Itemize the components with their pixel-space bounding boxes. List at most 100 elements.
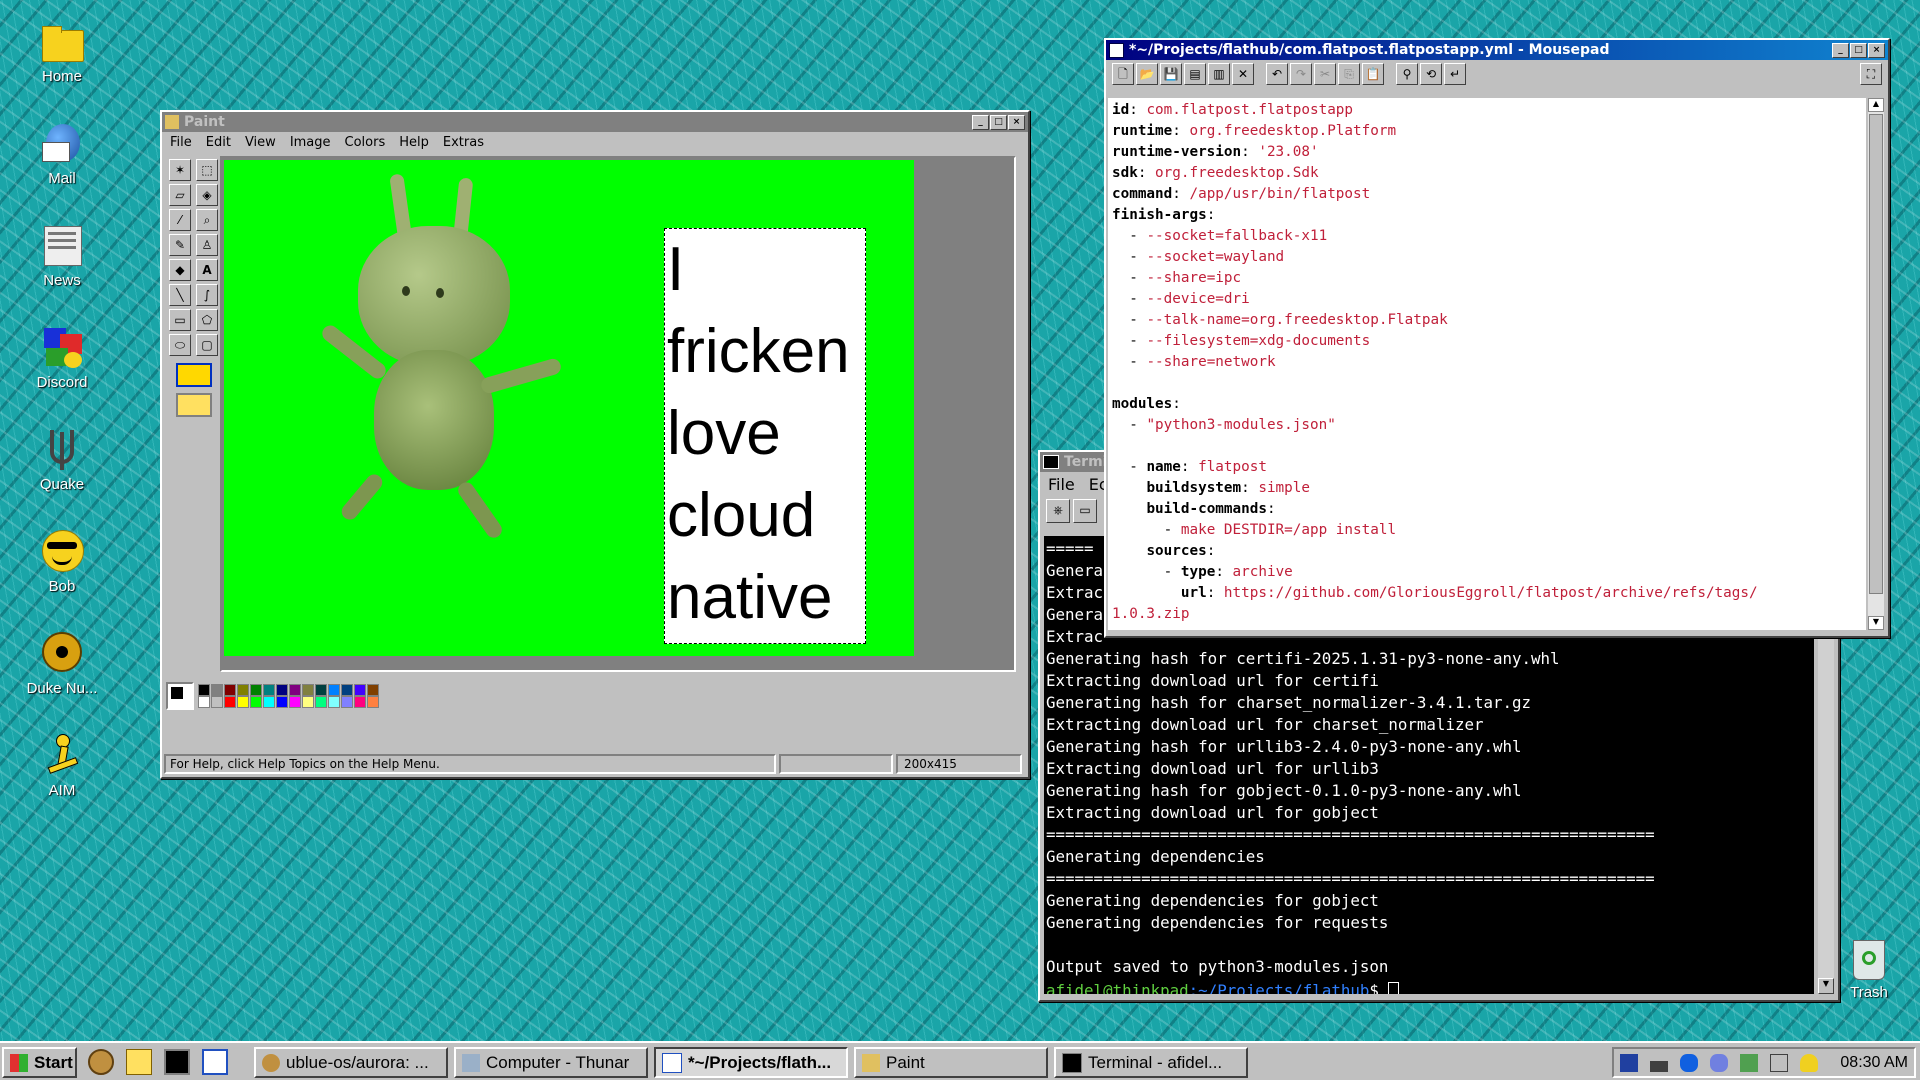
close-button[interactable]: × xyxy=(1008,114,1025,130)
palette-swatch[interactable] xyxy=(302,684,314,696)
find-icon[interactable]: ⚲ xyxy=(1396,63,1418,85)
maximize-button[interactable]: □ xyxy=(1850,42,1867,58)
taskbar-button-terminal[interactable]: Terminal - afidel... xyxy=(1054,1047,1248,1078)
palette-swatch[interactable] xyxy=(341,684,353,696)
desktop-icon-aim[interactable]: AIM xyxy=(10,732,114,799)
bluetooth-icon[interactable] xyxy=(1680,1053,1698,1072)
revert-icon[interactable]: ▥ xyxy=(1208,63,1230,85)
taskbar-button-paint[interactable]: Paint xyxy=(854,1047,1048,1078)
palette-swatch[interactable] xyxy=(328,684,340,696)
desktop-icon-bob[interactable]: Bob xyxy=(10,528,114,595)
desktop-icon-quake[interactable]: Quake xyxy=(10,426,114,493)
desktop-icon-discord[interactable]: Discord xyxy=(10,324,114,391)
cut-icon[interactable]: ✂ xyxy=(1314,63,1336,85)
palette-swatch[interactable] xyxy=(328,696,340,708)
palette-swatch[interactable] xyxy=(276,696,288,708)
opaque-option[interactable] xyxy=(176,393,212,417)
redo-icon[interactable]: ↷ xyxy=(1290,63,1312,85)
palette-swatch[interactable] xyxy=(211,696,223,708)
palette-swatch[interactable] xyxy=(224,696,236,708)
paint-titlebar[interactable]: Paint _ □ × xyxy=(162,112,1028,132)
scroll-up-icon[interactable]: ▲ xyxy=(1868,98,1884,112)
curve-tool[interactable]: ∫ xyxy=(196,284,218,306)
desktop-icon-mail[interactable]: Mail xyxy=(10,120,114,187)
palette-swatch[interactable] xyxy=(289,684,301,696)
palette-swatch[interactable] xyxy=(250,684,262,696)
taskbar-button-browser[interactable]: ublue-os/aurora: ... xyxy=(254,1047,448,1078)
paste-icon[interactable]: 📋 xyxy=(1362,63,1384,85)
goto-line-icon[interactable]: ↵ xyxy=(1444,63,1466,85)
airbrush-tool[interactable]: ◆ xyxy=(169,259,191,281)
rect-select-tool[interactable]: ⬚ xyxy=(196,159,218,181)
menu-help[interactable]: Help xyxy=(399,135,429,150)
close-document-icon[interactable]: ✕ xyxy=(1232,63,1254,85)
browser-launcher-icon[interactable] xyxy=(88,1049,114,1075)
palette-swatch[interactable] xyxy=(367,684,379,696)
paint-canvas[interactable]: I fricken love cloud native xyxy=(224,160,914,656)
transparent-option[interactable] xyxy=(176,363,212,387)
menu-file[interactable]: File xyxy=(1048,475,1075,494)
palette-swatch[interactable] xyxy=(211,684,223,696)
rectangle-tool[interactable]: ▭ xyxy=(169,309,191,331)
palette-swatch[interactable] xyxy=(224,684,236,696)
save-icon[interactable]: 💾 xyxy=(1160,63,1182,85)
volume-icon[interactable] xyxy=(1770,1053,1788,1072)
minimize-button[interactable]: _ xyxy=(972,114,989,130)
clock[interactable]: 08:30 AM xyxy=(1840,1054,1908,1072)
notifications-icon[interactable] xyxy=(1800,1053,1818,1072)
maximize-button[interactable]: □ xyxy=(990,114,1007,130)
open-folder-icon[interactable]: 📂 xyxy=(1136,63,1158,85)
palette-swatch[interactable] xyxy=(263,696,275,708)
start-button[interactable]: Start xyxy=(2,1047,77,1078)
ellipse-tool[interactable]: ⬭ xyxy=(169,334,191,356)
palette-swatch[interactable] xyxy=(315,684,327,696)
fill-tool[interactable]: ◈ xyxy=(196,184,218,206)
scroll-down-icon[interactable]: ▼ xyxy=(1818,978,1834,994)
palette-swatch[interactable] xyxy=(367,696,379,708)
software-update-icon[interactable] xyxy=(1620,1053,1638,1072)
menu-file[interactable]: File xyxy=(170,135,192,150)
clipboard-icon[interactable] xyxy=(1740,1053,1758,1072)
palette-swatch[interactable] xyxy=(315,696,327,708)
menu-image[interactable]: Image xyxy=(290,135,331,150)
find-replace-icon[interactable]: ⟲ xyxy=(1420,63,1442,85)
editor-text-area[interactable]: id: com.flatpost.flatpostapp runtime: org… xyxy=(1108,98,1866,630)
undo-icon[interactable]: ↶ xyxy=(1266,63,1288,85)
palette-swatch[interactable] xyxy=(237,684,249,696)
palette-swatch[interactable] xyxy=(354,684,366,696)
palette-swatch[interactable] xyxy=(341,696,353,708)
palette-swatch[interactable] xyxy=(276,684,288,696)
fullscreen-icon[interactable]: ⛶ xyxy=(1860,63,1882,85)
editor-scrollbar[interactable]: ▲ ▼ xyxy=(1868,98,1884,630)
palette-swatch[interactable] xyxy=(250,696,262,708)
scroll-down-icon[interactable]: ▼ xyxy=(1868,616,1884,630)
terminal-launcher-icon[interactable] xyxy=(164,1049,190,1075)
polygon-tool[interactable]: ⬠ xyxy=(196,309,218,331)
free-select-tool[interactable]: ✶ xyxy=(169,159,191,181)
pencil-tool[interactable]: ✎ xyxy=(169,234,191,256)
new-document-icon[interactable]: 🗋 xyxy=(1112,63,1134,85)
new-window-icon[interactable]: ▭ xyxy=(1073,499,1097,523)
palette-swatch[interactable] xyxy=(198,696,210,708)
close-button[interactable]: × xyxy=(1868,42,1885,58)
save-as-icon[interactable]: ▤ xyxy=(1184,63,1206,85)
palette-swatch[interactable] xyxy=(198,684,210,696)
new-tab-icon[interactable]: ⎈ xyxy=(1046,499,1070,523)
desktop-icon-home[interactable]: Home xyxy=(10,18,114,85)
canvas-text-box[interactable]: I fricken love cloud native xyxy=(664,228,866,644)
scrollbar-thumb[interactable] xyxy=(1869,114,1883,594)
menu-edit[interactable]: Edit xyxy=(206,135,231,150)
color-picker-tool[interactable]: ⁄ xyxy=(169,209,191,231)
mousepad-titlebar[interactable]: *~/Projects/flathub/com.flatpost.flatpos… xyxy=(1106,40,1888,60)
current-colors[interactable] xyxy=(166,682,194,710)
desktop-icon-trash[interactable]: Trash xyxy=(1832,940,1906,1001)
editor-launcher-icon[interactable] xyxy=(202,1049,228,1075)
search-launcher-icon[interactable] xyxy=(126,1049,152,1075)
desktop-icon-duke-nukem[interactable]: Duke Nu... xyxy=(10,630,114,697)
taskbar-button-thunar[interactable]: Computer - Thunar xyxy=(454,1047,648,1078)
desktop-icon-news[interactable]: News xyxy=(10,222,114,289)
discord-tray-icon[interactable] xyxy=(1710,1053,1728,1072)
minimize-button[interactable]: _ xyxy=(1832,42,1849,58)
palette-swatch[interactable] xyxy=(289,696,301,708)
palette-swatch[interactable] xyxy=(354,696,366,708)
